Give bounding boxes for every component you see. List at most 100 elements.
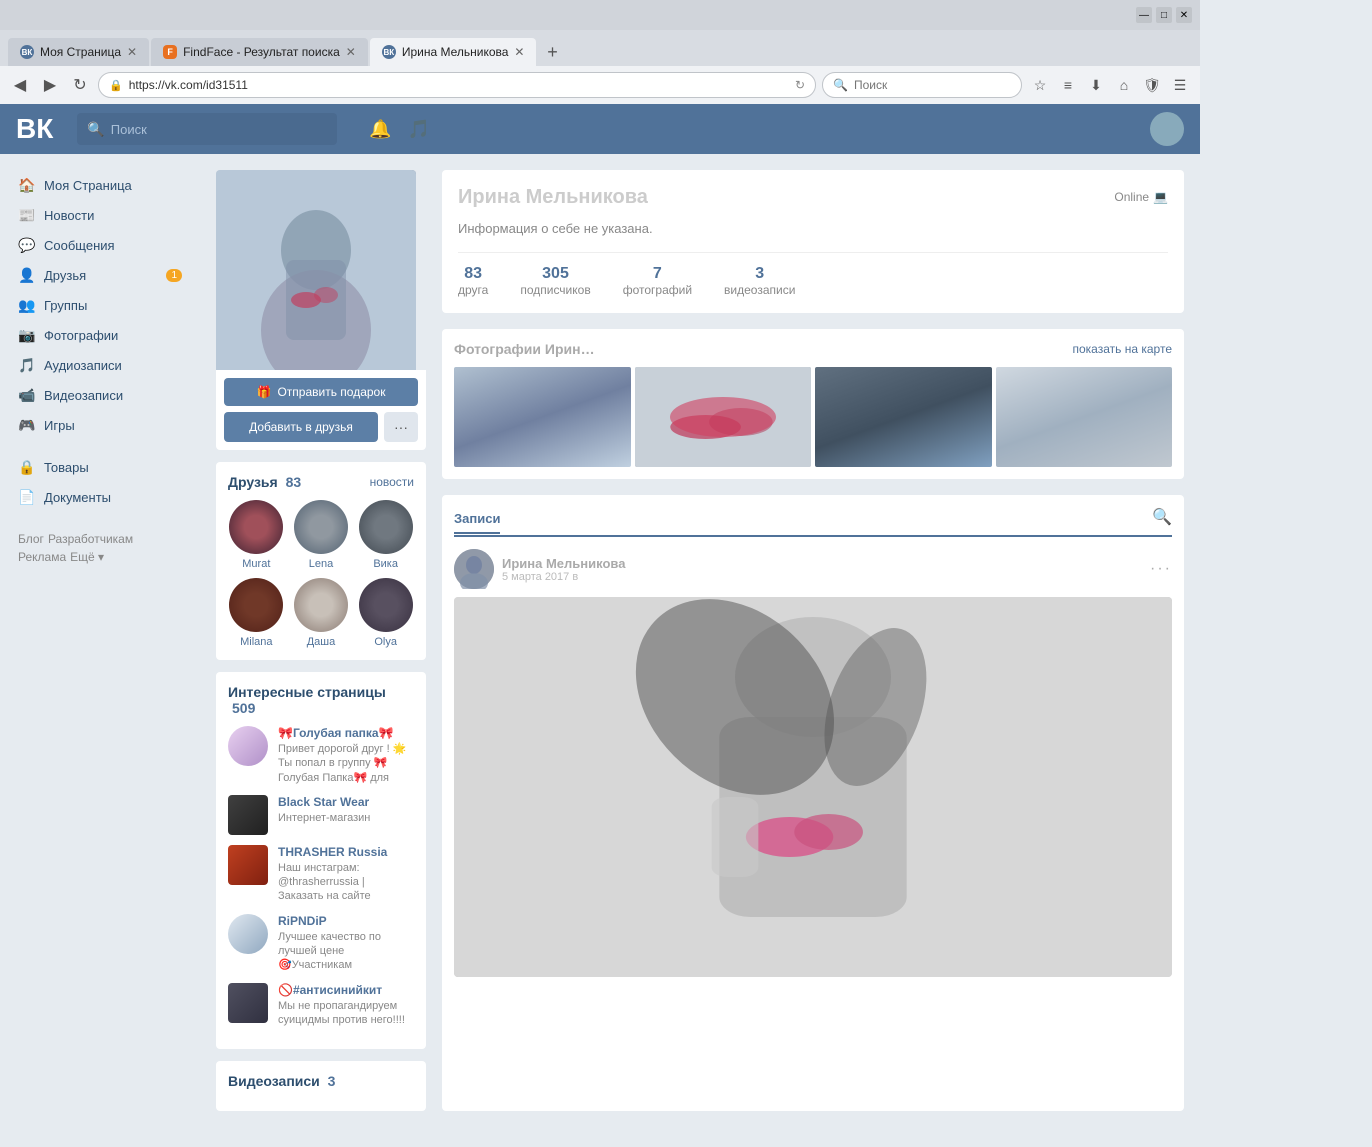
vk-header: ВК 🔍 🔔 🎵 [0, 104, 1200, 154]
download-icon[interactable]: ⬇ [1084, 73, 1108, 97]
interesting-name-antiblue[interactable]: 🚫#антисинийкит [278, 983, 414, 997]
vk-search-icon: 🔍 [87, 121, 104, 138]
friend-item-olya[interactable]: Olya [357, 578, 414, 648]
stat-video[interactable]: 3 видеозаписи [724, 265, 795, 297]
vk-logo[interactable]: ВК [16, 113, 53, 145]
post-image[interactable] [454, 597, 1172, 977]
sidebar-item-goods[interactable]: 🔒 Товары [8, 452, 192, 482]
interesting-name-thrasher[interactable]: THRASHER Russia [278, 845, 414, 859]
interesting-item-thrasher[interactable]: THRASHER Russia Наш инстаграм:@thrasherr… [228, 845, 414, 904]
friend-item-milana[interactable]: Milana [228, 578, 285, 648]
sidebar-item-games[interactable]: 🎮 Игры [8, 410, 192, 440]
tab-news[interactable]: ВК Моя Страница ✕ [8, 38, 149, 66]
home-icon[interactable]: ⌂ [1112, 73, 1136, 97]
video-title: Видеозаписи 3 [228, 1073, 335, 1089]
friend-item-lena[interactable]: Lena [293, 500, 350, 570]
refresh-icon[interactable]: ↻ [795, 78, 805, 92]
photo-thumb-4[interactable] [996, 367, 1173, 467]
sidebar-item-news[interactable]: 📰 Новости [8, 200, 192, 230]
sidebar-item-photos[interactable]: 📷 Фотографии [8, 320, 192, 350]
stat-subscribers[interactable]: 305 подписчиков [520, 265, 590, 297]
friend-item-vika[interactable]: Вика [357, 500, 414, 570]
vk-search-box[interactable]: 🔍 [77, 113, 337, 145]
friends-title: Друзья 83 [228, 474, 301, 490]
friends-news-link[interactable]: новости [370, 475, 414, 489]
header-avatar[interactable] [1150, 112, 1184, 146]
add-friend-button[interactable]: Добавить в друзья [224, 412, 378, 442]
maximize-button[interactable]: □ [1156, 7, 1172, 23]
sidebar-item-docs[interactable]: 📄 Документы [8, 482, 192, 512]
interesting-item-ripndip[interactable]: RiPNDiP Лучшее качество по лучшей цене🎯У… [228, 914, 414, 973]
profile-photo-svg [216, 170, 416, 370]
wall-tab-posts[interactable]: Записи [454, 511, 500, 534]
goods-icon: 🔒 [18, 458, 36, 476]
back-button[interactable]: ◀ [8, 73, 32, 97]
bookmark-icon[interactable]: ☆ [1028, 73, 1052, 97]
browser-search-input[interactable] [854, 78, 1011, 92]
tab-findface[interactable]: F FindFace - Результат поиска ✕ [151, 38, 368, 66]
audio-icon[interactable]: 🎵 [408, 119, 430, 140]
more-actions-button[interactable]: ··· [384, 412, 418, 442]
stat-friends[interactable]: 83 друга [458, 265, 488, 297]
tab-findface-icon: F [163, 45, 177, 59]
send-gift-button[interactable]: 🎁 Отправить подарок [224, 378, 418, 406]
friend-name-dasha: Даша [307, 636, 336, 648]
menu-icon[interactable]: ☰ [1168, 73, 1192, 97]
new-tab-button[interactable]: + [538, 38, 566, 66]
reader-icon[interactable]: ≡ [1056, 73, 1080, 97]
photo-thumb-2[interactable] [635, 367, 812, 467]
reload-button[interactable]: ↻ [68, 73, 92, 97]
photos-map-link[interactable]: показать на карте [1073, 342, 1173, 356]
sidebar-item-my-page[interactable]: 🏠 Моя Страница [8, 170, 192, 200]
minimize-button[interactable]: — [1136, 7, 1152, 23]
browser-window: — □ ✕ ВК Моя Страница ✕ F FindFace - Рез… [0, 0, 1200, 104]
home-icon: 🏠 [18, 176, 36, 194]
footer-more[interactable]: Ещё ▾ [70, 550, 104, 564]
interesting-item-blackstar[interactable]: Black Star Wear Интернет-магазин [228, 795, 414, 835]
notifications-icon[interactable]: 🔔 [369, 119, 391, 140]
tab-profile-icon: ВК [382, 45, 396, 59]
post-author-name[interactable]: Ирина Мельникова [502, 556, 625, 571]
browser-search-box[interactable]: 🔍 [822, 72, 1022, 98]
interesting-name-ripndip[interactable]: RiPNDiP [278, 914, 414, 928]
wall-search-icon[interactable]: 🔍 [1152, 507, 1172, 527]
interesting-avatar-bluepaper [228, 726, 268, 766]
stat-photos[interactable]: 7 фотографий [623, 265, 692, 297]
audio-sidebar-icon: 🎵 [18, 356, 36, 374]
tab-news-close[interactable]: ✕ [127, 45, 137, 59]
interesting-name-bluepaper[interactable]: 🎀Голубая папка🎀 [278, 726, 414, 740]
photo-thumb-3[interactable] [815, 367, 992, 467]
tab-findface-close[interactable]: ✕ [346, 45, 356, 59]
close-button[interactable]: ✕ [1176, 7, 1192, 23]
sidebar-item-audio[interactable]: 🎵 Аудиозаписи [8, 350, 192, 380]
interesting-item-bluepaper[interactable]: 🎀Голубая папка🎀 Привет дорогой друг ! 🌟Т… [228, 726, 414, 785]
friend-item-murat[interactable]: Murat [228, 500, 285, 570]
sidebar-item-friends[interactable]: 👤 Друзья 1 [8, 260, 192, 290]
wall-card: Записи 🔍 [442, 495, 1184, 1111]
footer-ads[interactable]: Реклама [18, 550, 66, 564]
post-menu-button[interactable]: ··· [1150, 560, 1172, 578]
friend-avatar-murat [229, 500, 283, 554]
interesting-item-antiblue[interactable]: 🚫#антисинийкит Мы не пропагандируем суиц… [228, 983, 414, 1028]
interesting-name-blackstar[interactable]: Black Star Wear [278, 795, 414, 809]
tab-profile[interactable]: ВК Ирина Мельникова ✕ [370, 38, 537, 66]
friend-item-dasha[interactable]: Даша [293, 578, 350, 648]
video-count: 3 [328, 1073, 336, 1089]
vk-search-input[interactable] [111, 122, 328, 137]
shield-icon[interactable]: 🛡 [1140, 73, 1164, 97]
video-block: Видеозаписи 3 [216, 1061, 426, 1111]
interesting-desc-antiblue: Мы не пропагандируем суицидмы против нег… [278, 999, 414, 1028]
vk-app: ВК 🔍 🔔 🎵 🏠 Моя Страница 📰 Новости [0, 104, 1200, 1127]
sidebar-item-messages[interactable]: 💬 Сообщения [8, 230, 192, 260]
footer-dev[interactable]: Разработчикам [48, 532, 133, 546]
window-controls[interactable]: — □ ✕ [1136, 7, 1192, 23]
photo-thumb-1[interactable] [454, 367, 631, 467]
sidebar-item-video[interactable]: 📹 Видеозаписи [8, 380, 192, 410]
sidebar-item-groups[interactable]: 👥 Группы [8, 290, 192, 320]
address-bar[interactable]: 🔒 https://vk.com/id31511 ↻ [98, 72, 816, 98]
tab-profile-close[interactable]: ✕ [514, 45, 524, 59]
post-avatar [454, 549, 494, 589]
forward-button[interactable]: ▶ [38, 73, 62, 97]
footer-blog[interactable]: Блог [18, 532, 44, 546]
profile-photo[interactable] [216, 170, 416, 370]
